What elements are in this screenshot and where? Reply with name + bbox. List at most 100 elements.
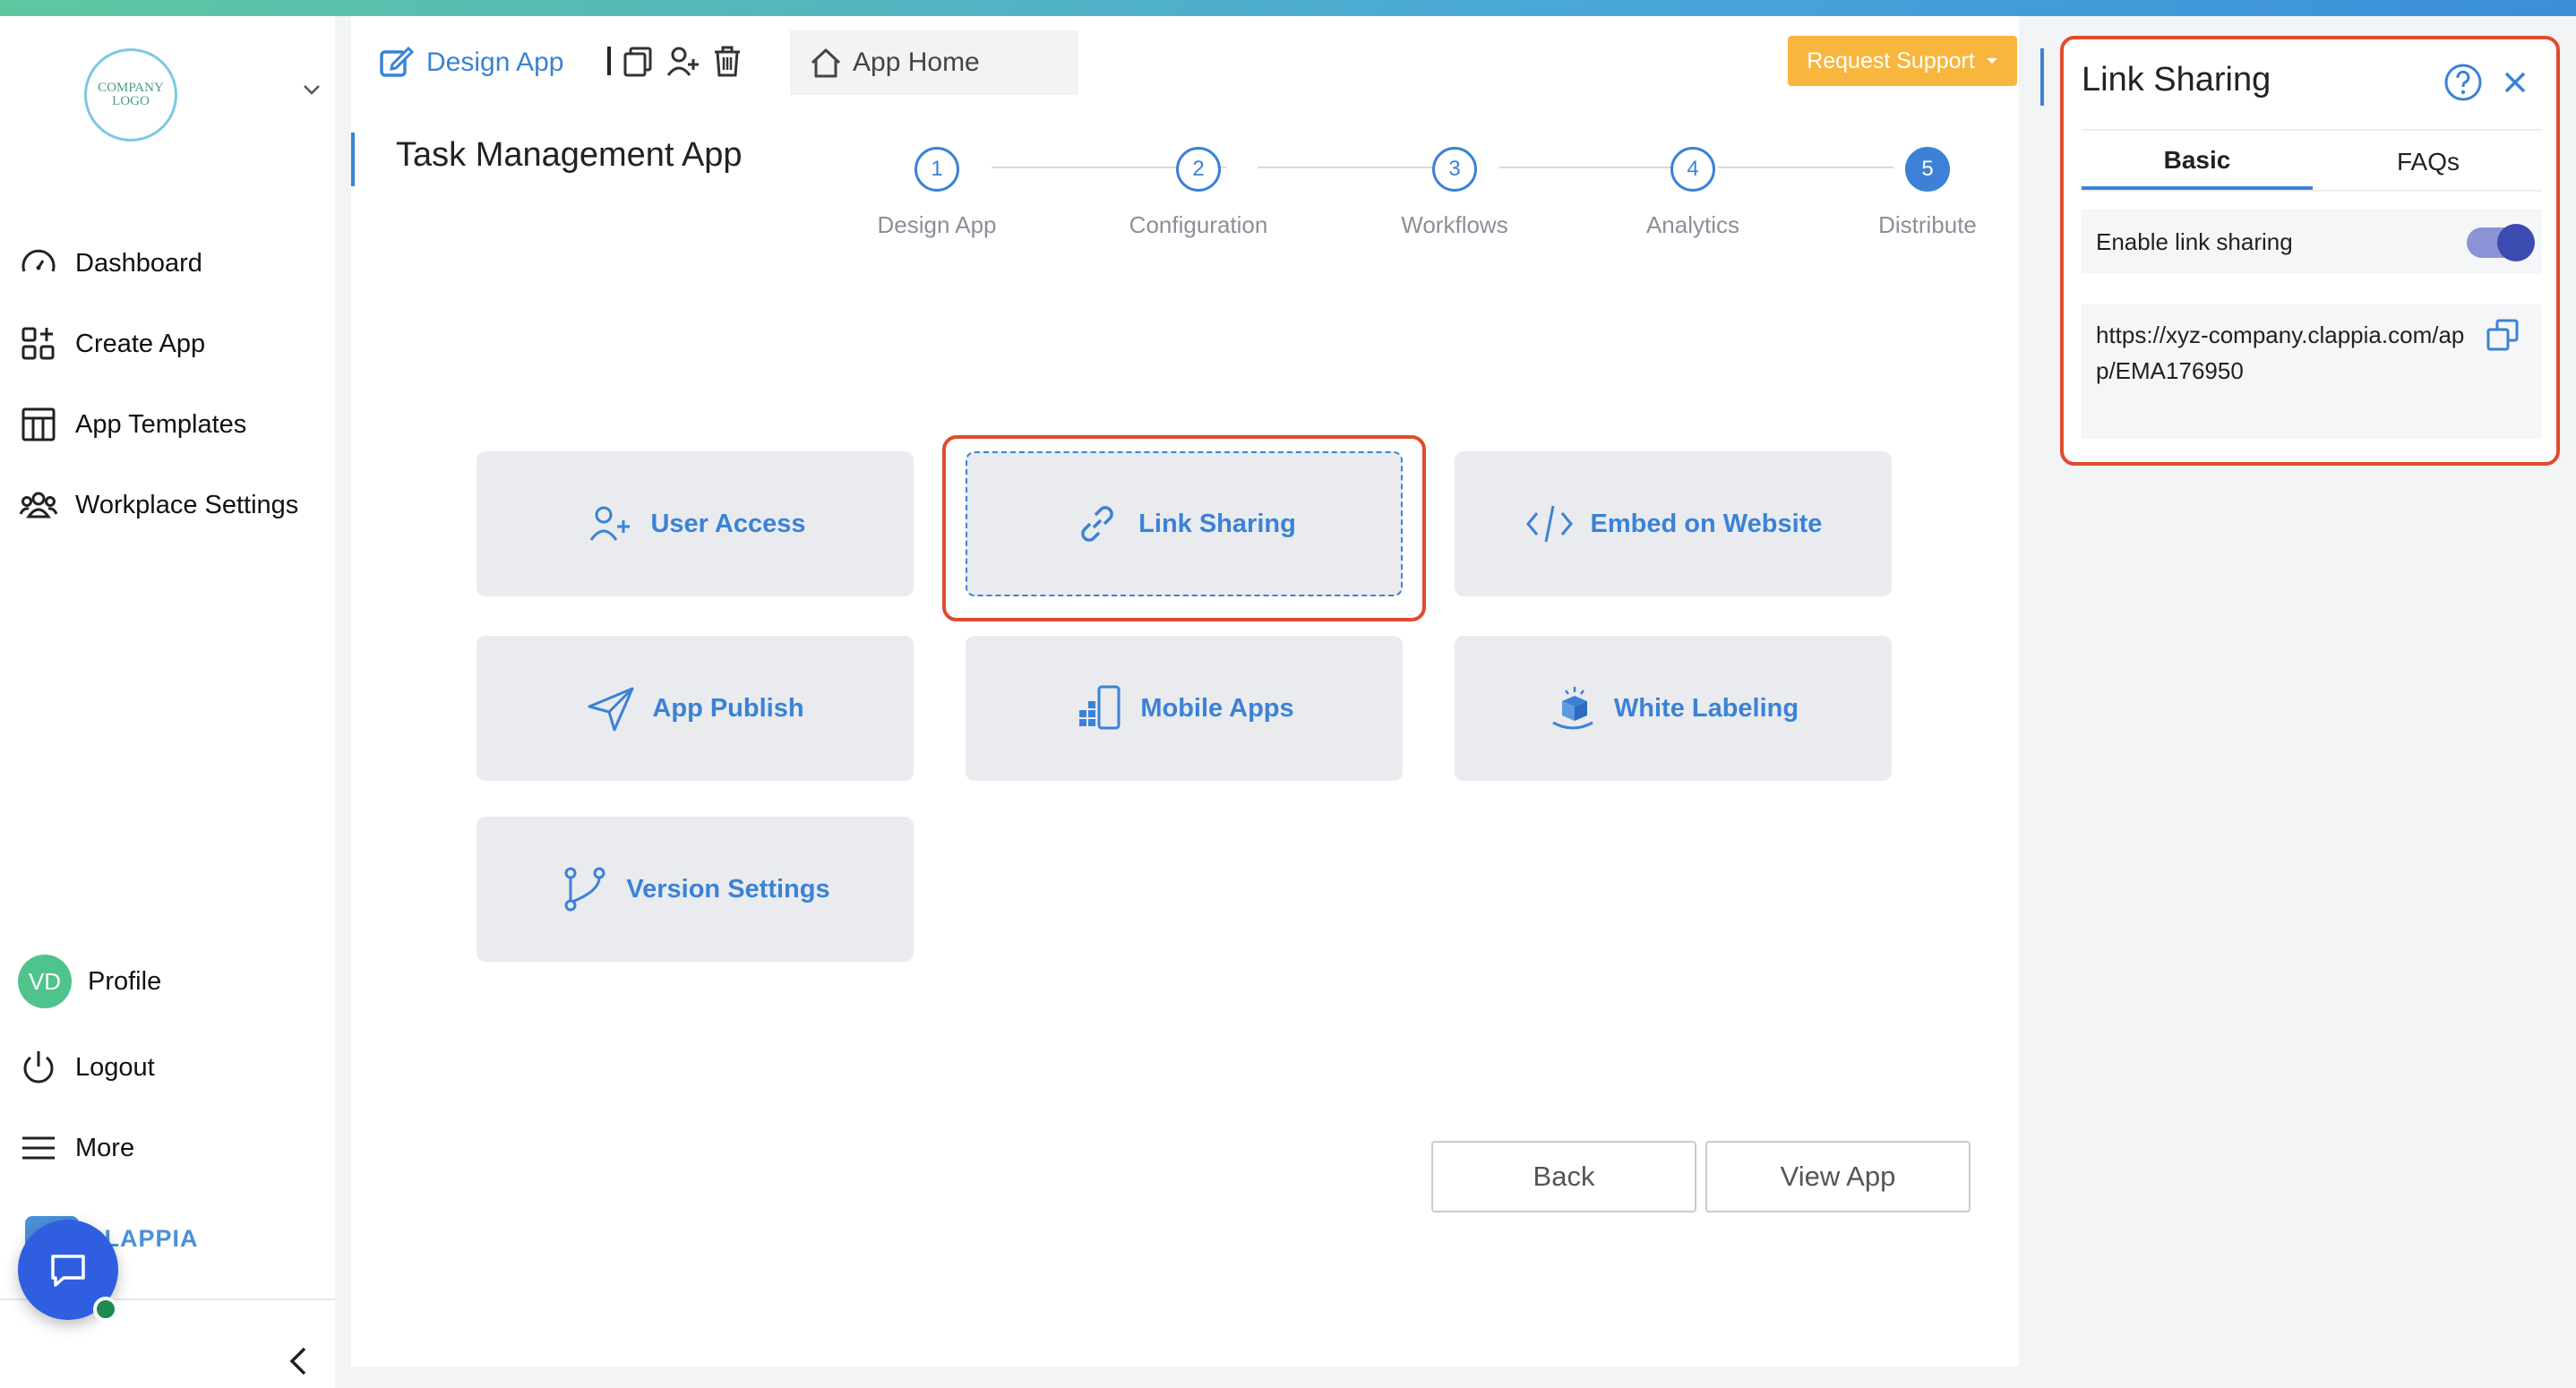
box-icon [1552,687,1593,730]
gauge-icon [21,249,56,272]
step-design-app[interactable]: 1 Design App [847,147,1026,239]
git-branch-icon [564,867,605,912]
logo-text: COMPANY LOGO [98,81,164,108]
sidebar-item-label: Workplace Settings [75,490,299,519]
sidebar-item-logout[interactable]: Logout [18,1042,155,1092]
send-icon [588,687,634,732]
tab-underline [2082,190,2542,192]
step-label: Analytics [1645,211,1740,238]
code-icon [1525,505,1573,543]
tab-label: Design App [426,47,564,77]
step-analytics[interactable]: 4 Analytics [1603,147,1782,239]
card-label: App Publish [652,693,804,723]
enable-link-sharing-row: Enable link sharing [2082,210,2542,274]
top-gradient-bar [0,0,2576,16]
sidebar-item-label: More [75,1133,135,1162]
grid-plus-icon [21,327,55,360]
white-labeling-card[interactable]: White Labeling [1455,636,1892,781]
sidebar-item-workplace-settings[interactable]: Workplace Settings [18,480,298,530]
chevron-down-icon[interactable] [301,79,322,100]
user-access-card[interactable]: User Access [477,451,914,596]
tab-label: App Home [853,47,980,77]
menu-icon [22,1136,55,1160]
edit-icon [380,46,414,77]
step-workflows[interactable]: 3 Workflows [1365,147,1544,239]
copy-icon[interactable] [2485,317,2520,353]
duplicate-icon[interactable] [620,43,656,79]
collapse-chevron-icon[interactable] [285,1343,312,1379]
sidebar-item-label: Profile [88,966,162,996]
tab-design-app[interactable]: Design App [378,45,563,81]
share-url: https://xyz-company.clappia.com/app/EMA1… [2096,321,2465,384]
version-settings-card[interactable]: Version Settings [477,817,914,962]
help-icon[interactable] [2443,63,2483,102]
add-user-icon[interactable] [665,43,700,79]
app-publish-card[interactable]: App Publish [477,636,914,781]
mobile-apps-card[interactable]: Mobile Apps [966,636,1403,781]
button-label: Request Support [1807,47,1975,73]
home-icon [811,48,841,78]
company-logo[interactable]: COMPANY LOGO [84,48,177,141]
card-label: Mobile Apps [1140,693,1294,723]
step-configuration[interactable]: 2 Configuration [1109,147,1288,239]
step-label: Configuration [1129,211,1268,238]
tab-faqs[interactable]: FAQs [2313,134,2544,190]
link-sharing-toggle[interactable] [2467,224,2535,261]
online-status-dot [93,1297,118,1322]
close-icon[interactable] [2499,66,2531,99]
divider [607,47,611,75]
sidebar-item-create-app[interactable]: Create App [18,319,205,369]
mobile-icon [1079,685,1121,730]
avatar: VD [18,955,72,1008]
step-label: Distribute [1878,211,1977,238]
request-support-button[interactable]: Request Support [1788,36,2017,86]
sidebar-item-profile[interactable]: VD Profile [18,955,162,1008]
main-panel: Design App App Home Request Support Task… [351,16,2019,1367]
step-number: 5 [1905,147,1950,192]
stepper: 1 Design App 2 Configuration 3 Workflows… [853,129,2008,245]
step-number: 3 [1432,147,1477,192]
sidebar-item-label: Dashboard [75,248,202,278]
step-number: 4 [1670,147,1715,192]
step-distribute[interactable]: 5 Distribute [1838,147,2017,239]
power-icon [23,1051,54,1084]
link-sharing-panel: Link Sharing Basic FAQs Enable link shar… [2060,36,2560,466]
link-sharing-card[interactable]: Link Sharing [966,451,1403,596]
toggle-knob [2497,224,2535,261]
step-number: 2 [1176,147,1221,192]
card-label: Link Sharing [1138,509,1296,538]
toggle-label: Enable link sharing [2096,227,2293,255]
divider [2082,129,2542,131]
sidebar-item-label: Logout [75,1052,155,1082]
users-icon [19,492,58,518]
view-app-button[interactable]: View App [1705,1141,1971,1212]
back-button[interactable]: Back [1431,1141,1696,1212]
sidebar-item-more[interactable]: More [18,1123,134,1173]
trash-icon[interactable] [709,43,745,79]
panel-title: Link Sharing [2082,61,2271,99]
link-icon [1081,506,1113,542]
sidebar-item-label: App Templates [75,409,247,439]
step-label: Workflows [1401,211,1508,238]
panel-accent-bar [2040,48,2044,106]
chat-icon [51,1255,85,1287]
embed-website-card[interactable]: Embed on Website [1455,451,1892,596]
card-label: Version Settings [626,874,830,904]
add-user-icon [590,506,631,541]
card-label: User Access [650,509,806,538]
page-title: Task Management App [396,136,743,174]
caret-down-icon [1986,58,1997,64]
app-tools [607,43,745,79]
tab-app-home[interactable]: App Home [790,30,1078,95]
sidebar: COMPANY LOGO Dashboard Create App App Te… [0,16,335,1388]
tab-basic[interactable]: Basic [2082,134,2313,190]
share-url-box: https://xyz-company.clappia.com/app/EMA1… [2082,304,2542,439]
sidebar-item-app-templates[interactable]: App Templates [18,399,246,450]
sidebar-item-dashboard[interactable]: Dashboard [18,238,202,288]
template-icon [21,407,56,441]
title-accent-bar [351,133,355,186]
step-number: 1 [914,147,959,192]
card-label: White Labeling [1613,693,1799,723]
sidebar-item-label: Create App [75,329,206,358]
card-label: Embed on Website [1590,509,1823,538]
